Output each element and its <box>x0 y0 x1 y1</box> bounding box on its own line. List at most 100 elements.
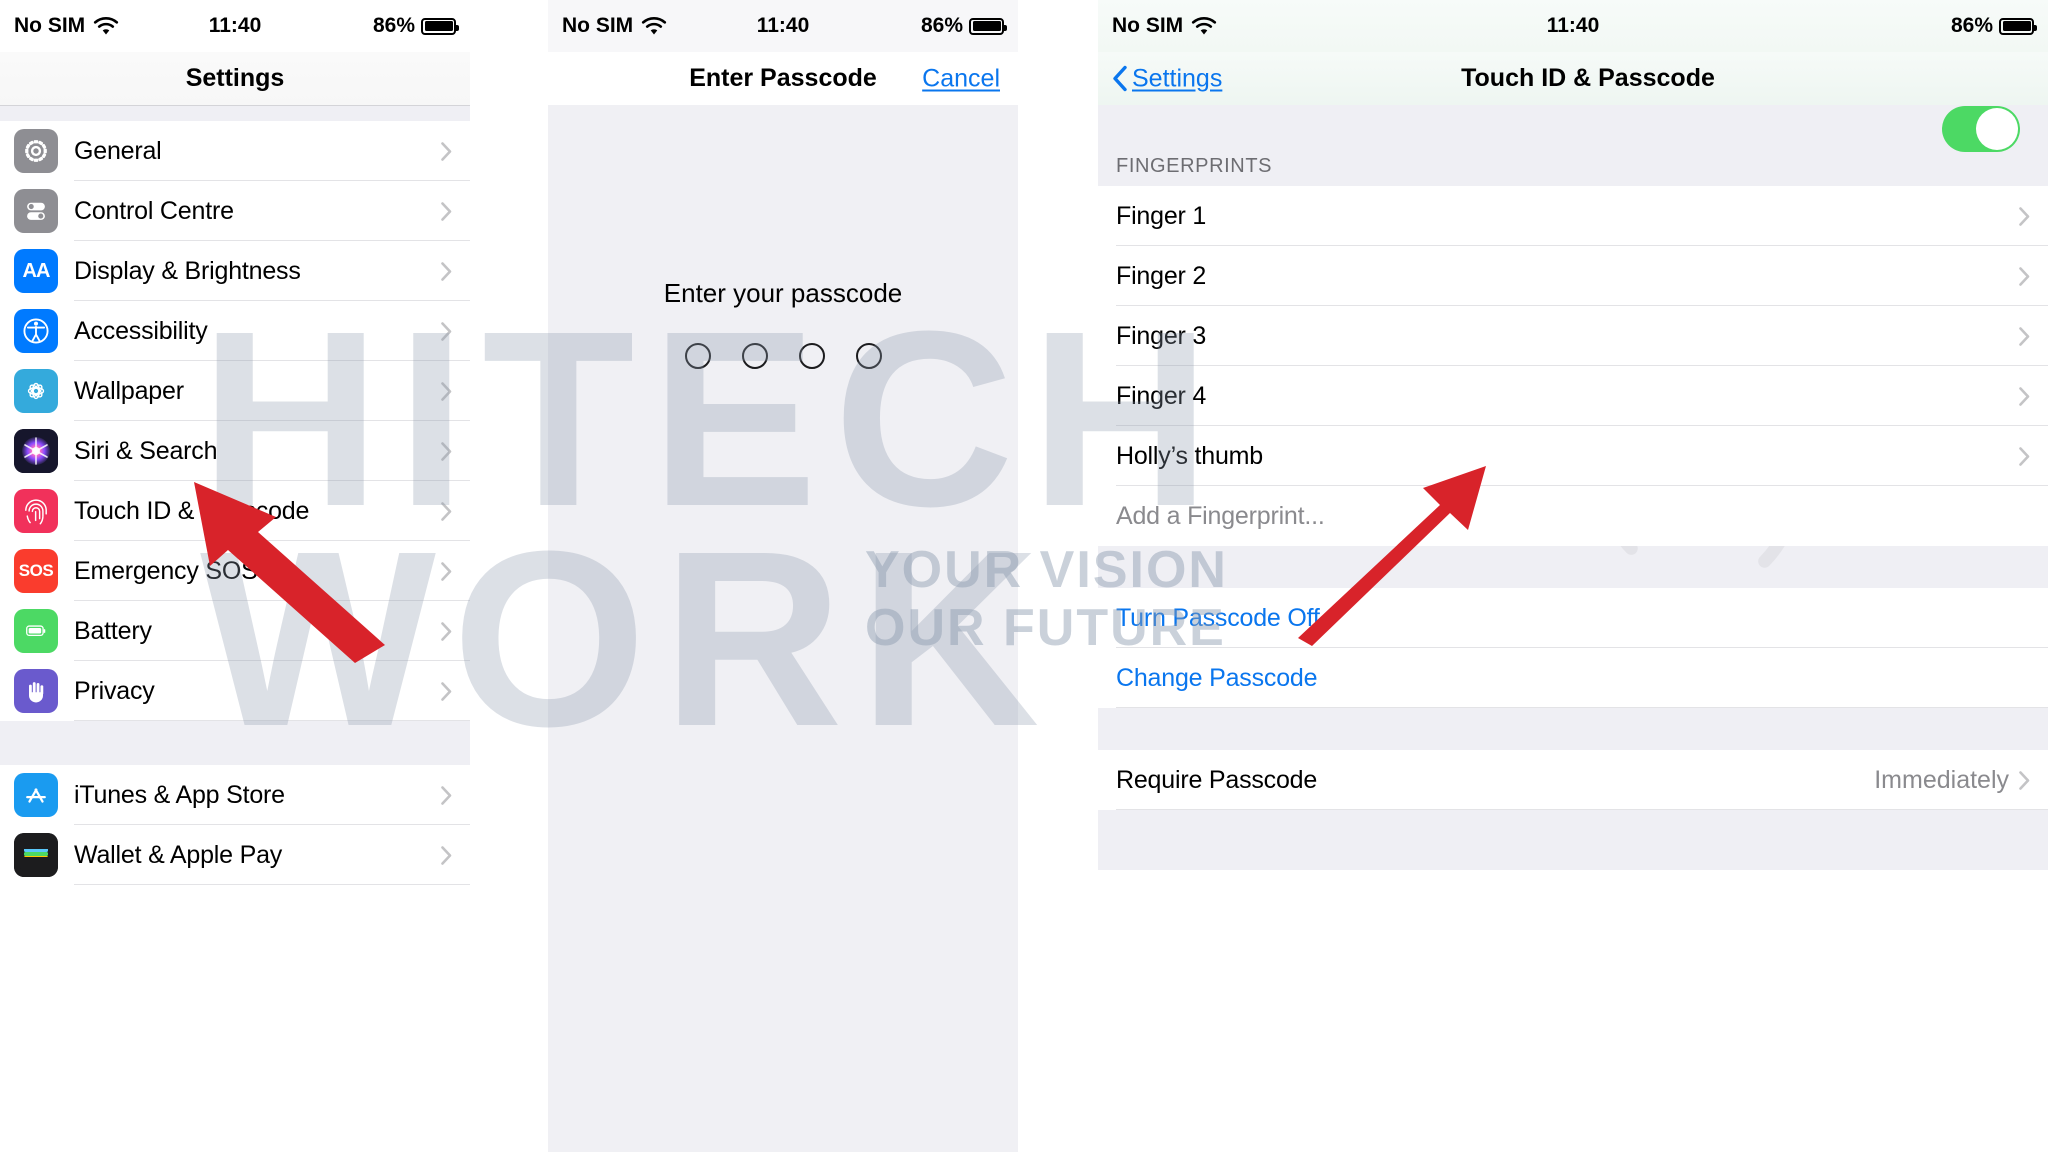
privacy-hand-icon <box>14 669 58 713</box>
passcode-dots[interactable] <box>684 343 882 369</box>
settings-row-label: General <box>74 136 162 165</box>
passcode-action-turn-passcode-off[interactable]: Turn Passcode Off <box>1098 588 2048 648</box>
status-bar-right: 86% <box>920 14 1007 38</box>
settings-list-secondary: iTunes & App Store Wallet & Apple Pay <box>0 765 470 885</box>
chevron-right-icon <box>441 381 452 401</box>
passcode-dot-4 <box>855 343 882 369</box>
require-passcode-label: Require Passcode <box>1116 765 1318 794</box>
chevron-right-icon <box>441 261 452 281</box>
settings-row-wallpaper[interactable]: Wallpaper <box>0 361 470 421</box>
require-passcode-value: Immediately <box>1874 765 2009 794</box>
settings-row-control-centre[interactable]: Control Centre <box>0 181 470 241</box>
battery-percent-label: 86% <box>372 14 415 37</box>
passcode-prompt: Enter your passcode <box>663 278 903 308</box>
settings-row-label: Touch ID & Passcode <box>74 496 310 525</box>
touch-id-panel: No SIM 11:40 86% Settings Touch ID & Pas… <box>1098 0 2048 1152</box>
fingerprint-list: Finger 1 Finger 2 Finger 3 Finger 4 Holl… <box>1098 186 2048 486</box>
passcode-action-change-passcode[interactable]: Change Passcode <box>1098 648 2048 708</box>
wifi-icon <box>641 16 667 36</box>
panel-divider-left <box>470 0 548 1152</box>
settings-row-label: Emergency SOS <box>74 556 258 585</box>
wifi-icon <box>1191 16 1217 36</box>
add-fingerprint-row[interactable]: Add a Fingerprint... <box>1098 486 2048 546</box>
wifi-icon <box>93 16 119 36</box>
screenshot-stage: No SIM 11:40 86% Settings General Contro… <box>0 0 2048 1152</box>
settings-row-display-brightness[interactable]: AA Display & Brightness <box>0 241 470 301</box>
status-bar-left: No SIM <box>562 14 667 38</box>
passcode-actions-list: Turn Passcode Off Change Passcode <box>1098 588 2048 708</box>
chevron-right-icon <box>2019 446 2030 466</box>
require-passcode-gap <box>1098 708 2048 750</box>
sliders-icon <box>14 189 58 233</box>
sos-icon: SOS <box>14 549 58 593</box>
battery-percent-label: 86% <box>920 14 963 37</box>
fingerprint-row[interactable]: Finger 3 <box>1098 306 2048 366</box>
chevron-right-icon <box>441 201 452 221</box>
settings-row-battery[interactable]: Battery <box>0 601 470 661</box>
wallet-icon <box>14 833 58 877</box>
chevron-right-icon <box>2019 266 2030 286</box>
status-bar-right: 86% <box>1950 14 2037 38</box>
settings-row-siri-search[interactable]: Siri & Search <box>0 421 470 481</box>
cancel-button[interactable]: Cancel <box>922 64 1000 93</box>
carrier-label: No SIM <box>14 14 86 37</box>
wallpaper-icon <box>14 369 58 413</box>
touchid-nav-bar: Settings Touch ID & Passcode <box>1098 52 2048 105</box>
settings-row-emergency-sos[interactable]: SOS Emergency SOS <box>0 541 470 601</box>
back-button-label: Settings <box>1132 64 1223 92</box>
touchid-top-gap <box>1098 105 2048 133</box>
settings-group-gap <box>0 721 470 765</box>
settings-row-accessibility[interactable]: Accessibility <box>0 301 470 361</box>
panel-divider-right <box>1018 0 1098 1152</box>
toggle-switch-partial[interactable] <box>1942 106 2020 152</box>
settings-panel: No SIM 11:40 86% Settings General Contro… <box>0 0 470 1152</box>
page-title: Enter Passcode <box>689 64 877 92</box>
carrier-label: No SIM <box>1112 14 1184 37</box>
status-bar-passcode: No SIM 11:40 86% <box>548 0 1018 52</box>
fingerprint-label: Finger 2 <box>1116 261 1207 290</box>
chevron-right-icon <box>441 501 452 521</box>
settings-row-privacy[interactable]: Privacy <box>0 661 470 721</box>
passcode-dot-2 <box>741 343 768 369</box>
status-bar-left: No SIM <box>14 14 119 38</box>
status-bar-touchid: No SIM 11:40 86% <box>1098 0 2048 52</box>
fingerprint-label: Finger 4 <box>1116 381 1207 410</box>
passcode-action-label: Turn Passcode Off <box>1116 603 1320 632</box>
battery-icon <box>1999 17 2037 35</box>
settings-row-itunes-app-store[interactable]: iTunes & App Store <box>0 765 470 825</box>
passcode-nav-bar: Enter Passcode Cancel <box>548 52 1018 105</box>
fingerprint-icon <box>14 489 58 533</box>
accessibility-icon <box>14 309 58 353</box>
app-store-icon <box>14 773 58 817</box>
row-separator <box>74 884 470 885</box>
bottom-gap <box>1098 810 2048 870</box>
battery-percent-label: 86% <box>1950 14 1993 37</box>
settings-row-label: Display & Brightness <box>74 256 301 285</box>
settings-row-general[interactable]: General <box>0 121 470 181</box>
fingerprint-row[interactable]: Finger 2 <box>1098 246 2048 306</box>
fingerprint-row[interactable]: Finger 4 <box>1098 366 2048 426</box>
fingerprint-label: Finger 1 <box>1116 201 1207 230</box>
chevron-left-icon <box>1112 65 1128 92</box>
fingerprint-row[interactable]: Finger 1 <box>1098 186 2048 246</box>
passcode-dot-1 <box>684 343 711 369</box>
clock-label: 11:40 <box>1546 14 1600 37</box>
siri-icon <box>14 429 58 473</box>
list-top-gap <box>0 106 470 121</box>
row-separator <box>1116 707 2048 708</box>
text-size-icon: AA <box>14 249 58 293</box>
fingerprint-label: Holly’s thumb <box>1116 441 1263 470</box>
settings-row-touch-id-passcode[interactable]: Touch ID & Passcode <box>0 481 470 541</box>
back-button[interactable]: Settings <box>1112 64 1222 93</box>
settings-row-label: iTunes & App Store <box>74 780 285 809</box>
chevron-right-icon <box>2019 206 2030 226</box>
settings-list: General Control Centre AA Display & Brig… <box>0 121 470 721</box>
settings-row-wallet-apple-pay[interactable]: Wallet & Apple Pay <box>0 825 470 885</box>
battery-icon <box>969 17 1007 35</box>
settings-row-label: Wallpaper <box>74 376 184 405</box>
require-passcode-row[interactable]: Require Passcode Immediately <box>1098 750 2048 810</box>
chevron-right-icon <box>441 621 452 641</box>
fingerprint-row[interactable]: Holly’s thumb <box>1098 426 2048 486</box>
status-bar-right: 86% <box>372 14 459 38</box>
settings-row-label: Wallet & Apple Pay <box>74 840 283 869</box>
